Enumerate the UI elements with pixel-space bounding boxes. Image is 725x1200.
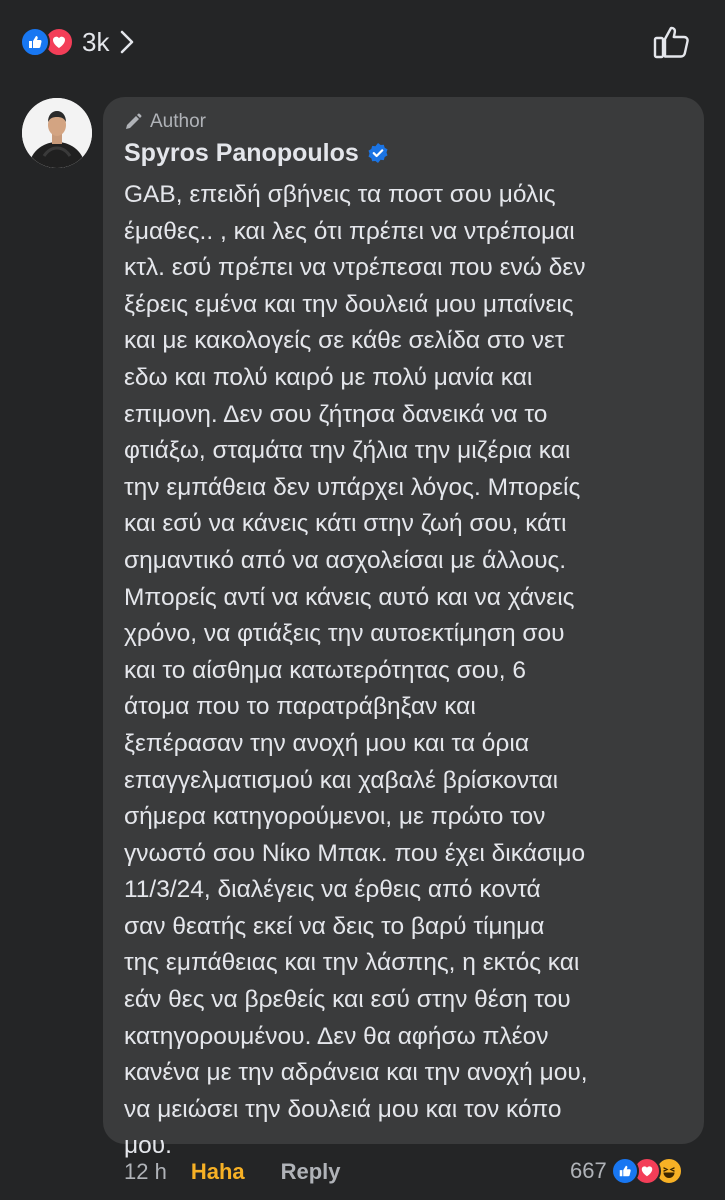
post-reactions-summary[interactable]: 3k (20, 26, 135, 58)
post-reaction-count: 3k (82, 26, 110, 57)
author-badge-label: Author (150, 111, 206, 132)
haha-reaction-button[interactable]: Haha (191, 1159, 245, 1185)
post-reactions-bar: 3k (0, 0, 725, 88)
thumbs-up-icon[interactable] (652, 22, 692, 62)
verified-badge-icon (367, 142, 389, 164)
pencil-icon (126, 113, 142, 129)
like-icon (610, 1157, 639, 1185)
comment-reaction-count: 667 (570, 1158, 607, 1183)
commenter-name[interactable]: Spyros Panopoulos (124, 139, 359, 168)
avatar[interactable] (22, 98, 92, 168)
reply-button[interactable]: Reply (281, 1159, 341, 1185)
comment-bubble: Author Spyros Panopoulos GAB, επειδή σβή… (103, 97, 704, 1159)
chevron-right-icon (119, 29, 135, 55)
comment-reactions-summary[interactable]: 667 (570, 1152, 683, 1190)
comment-text: GAB, επειδή σβήνεις τα ποστ σου μόλις έμ… (124, 181, 588, 1160)
commenter-name-row: Spyros Panopoulos (124, 137, 684, 169)
comment-timestamp[interactable]: 12 h (124, 1159, 167, 1185)
like-icon (20, 27, 50, 57)
author-badge: Author (124, 109, 684, 135)
comment-actions: 12 h Haha Reply (124, 1156, 341, 1188)
